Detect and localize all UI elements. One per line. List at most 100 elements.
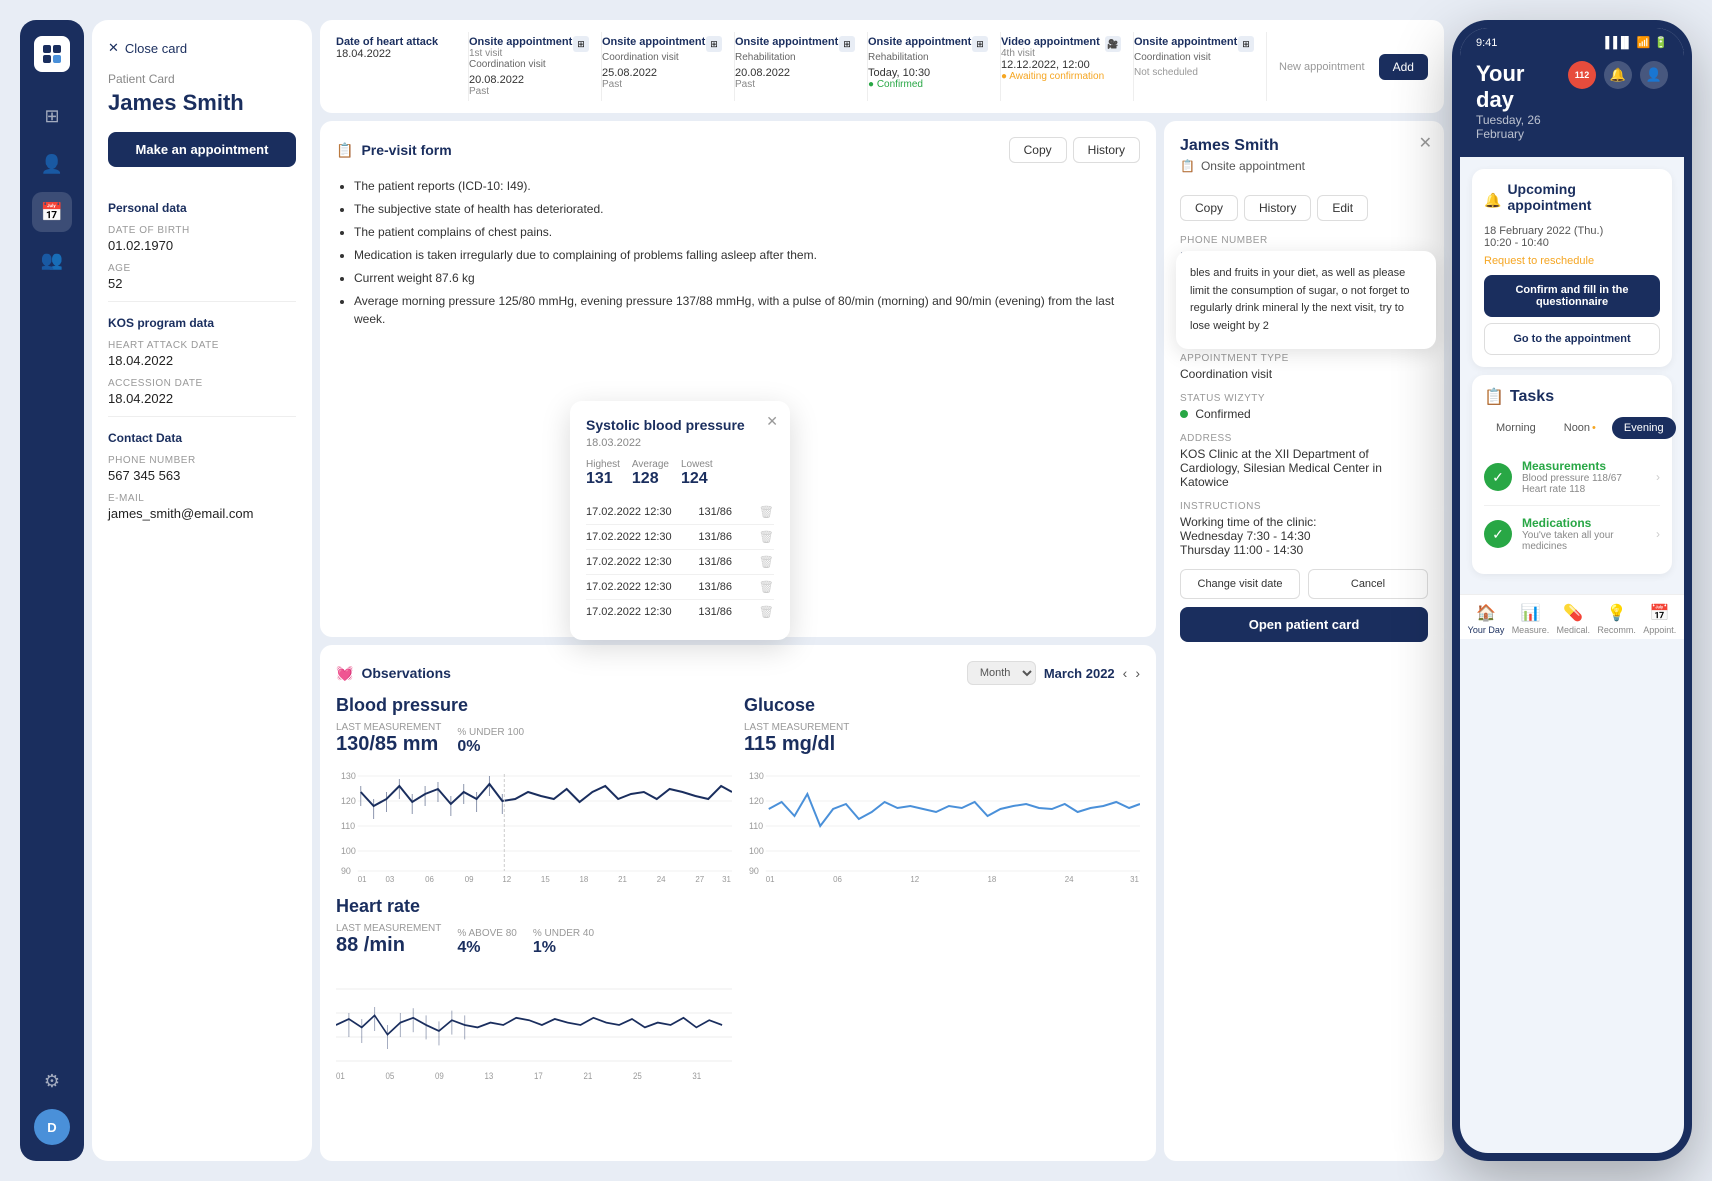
nav-patient-icon[interactable]: 👤 (32, 144, 72, 184)
appt-copy-button[interactable]: Copy (1180, 195, 1238, 221)
mobile-nav-measure[interactable]: 📊 Measure. (1512, 603, 1550, 635)
change-visit-button[interactable]: Change visit date (1180, 569, 1300, 599)
month-select[interactable]: Month (967, 661, 1036, 685)
make-appointment-button[interactable]: Make an appointment (108, 132, 296, 167)
timeline-appt-6[interactable]: Onsite appointment ⊞ Coordination visit … (1134, 32, 1267, 101)
delete-row-5-button[interactable]: 🗑 (759, 605, 774, 619)
svg-text:110: 110 (341, 821, 355, 831)
mobile-task-measurements[interactable]: ✓ Measurements Blood pressure 118/67 Hea… (1484, 449, 1660, 506)
appt-detail-close-button[interactable]: ✕ (1419, 133, 1432, 153)
heart-attack-date-value: 18.04.2022 (108, 353, 296, 368)
main-content: Date of heart attack 18.04.2022 Onsite a… (320, 20, 1444, 1161)
previsit-title: 📋 Pre-visit form (336, 142, 452, 159)
mobile-tab-morning[interactable]: Morning (1484, 417, 1548, 439)
svg-text:31: 31 (692, 1070, 701, 1081)
svg-text:24: 24 (1065, 875, 1074, 884)
mobile-nav-recomm[interactable]: 💡 Recomm. (1597, 603, 1636, 635)
svg-text:130: 130 (341, 771, 356, 781)
calendar-month-label: March 2022 (1044, 666, 1115, 681)
appt-edit-button[interactable]: Edit (1317, 195, 1368, 221)
close-card-button[interactable]: ✕ Close card (108, 40, 296, 56)
observations-title: 💓 Observations (336, 665, 451, 682)
age-value: 52 (108, 276, 296, 291)
popup-row-4: 17.02.2022 12:30 131/86 🗑 (586, 575, 774, 600)
svg-text:18: 18 (580, 875, 589, 884)
appt-icon-2: ⊞ (706, 36, 722, 52)
previsit-copy-button[interactable]: Copy (1009, 137, 1067, 163)
mobile-avatar-button[interactable]: 👤 (1640, 61, 1668, 89)
svg-text:17: 17 (534, 1070, 543, 1081)
timeline-appt-3[interactable]: Onsite appointment ⊞ Rehabilitation 20.0… (735, 32, 868, 101)
delete-row-1-button[interactable]: 🗑 (759, 505, 774, 519)
app-logo (34, 36, 70, 72)
mobile-bell-button[interactable]: 🔔 (1604, 61, 1632, 89)
nav-calendar-icon[interactable]: 📅 (32, 192, 72, 232)
svg-text:27: 27 (695, 875, 704, 884)
patient-card-label: Patient Card (108, 72, 296, 86)
appt-instructions-section: INSTRUCTIONS Working time of the clinic:… (1180, 501, 1428, 557)
upcoming-appt-icon: 🔔 (1484, 192, 1501, 209)
previsit-icon: 📋 (336, 142, 353, 159)
timeline-appt-4[interactable]: Onsite appointment ⊞ Rehabilitation Toda… (868, 32, 1001, 101)
contact-phone-label: PHONE NUMBER (108, 455, 296, 466)
previsit-item-3: The patient complains of chest pains. (354, 223, 1140, 241)
timeline-appt-1[interactable]: Onsite appointment 1st visit ⊞ Coordinat… (469, 32, 602, 101)
svg-text:130: 130 (749, 771, 764, 781)
systolic-popup-close-button[interactable]: ✕ (766, 413, 778, 430)
cal-next-btn[interactable]: › (1135, 665, 1140, 681)
appoint-nav-icon: 📅 (1650, 603, 1670, 623)
timeline-status-4: Confirmed (868, 79, 988, 90)
mobile-task-medications[interactable]: ✓ Medications You've taken all your medi… (1484, 506, 1660, 562)
new-appointment-area: New appointment Add (1267, 32, 1428, 101)
mobile-nav-appoint[interactable]: 📅 Appoint. (1643, 603, 1676, 635)
previsit-history-button[interactable]: History (1073, 137, 1140, 163)
previsit-item-1: The patient reports (ICD-10: I49). (354, 177, 1140, 195)
delete-row-2-button[interactable]: 🗑 (759, 530, 774, 544)
cancel-visit-button[interactable]: Cancel (1308, 569, 1428, 599)
nav-settings-icon[interactable]: ⚙ (32, 1061, 72, 1101)
mobile-tab-evening[interactable]: Evening (1612, 417, 1676, 439)
svg-text:90: 90 (341, 866, 351, 876)
svg-text:09: 09 (465, 875, 474, 884)
appt-type-badge: 📋 Onsite appointment (1180, 159, 1305, 173)
mobile-confirm-button[interactable]: Confirm and fill in the questionnaire (1484, 275, 1660, 317)
timeline-appt-5[interactable]: Video appointment 4th visit 🎥 12.12.2022… (1001, 32, 1134, 101)
cal-prev-btn[interactable]: ‹ (1123, 665, 1128, 681)
email-label: E-MAIL (108, 493, 296, 504)
upcoming-appointment-card: 🔔 Upcoming appointment 18 February 2022 … (1472, 169, 1672, 367)
svg-text:06: 06 (833, 875, 842, 884)
popup-row-5: 17.02.2022 12:30 131/86 🗑 (586, 600, 774, 624)
nav-user-avatar[interactable]: D (34, 1109, 70, 1145)
nav-dashboard-icon[interactable]: ⊞ (32, 96, 72, 136)
delete-row-4-button[interactable]: 🗑 (759, 580, 774, 594)
svg-text:01: 01 (336, 1070, 345, 1081)
accession-date-value: 18.04.2022 (108, 391, 296, 406)
personal-data-section: Personal data (108, 201, 296, 215)
patient-sidebar: ✕ Close card Patient Card James Smith Ma… (92, 20, 312, 1161)
mobile-tab-noon[interactable]: Noon (1552, 417, 1608, 439)
mobile-goto-button[interactable]: Go to the appointment (1484, 323, 1660, 355)
timeline-status-5: Awaiting confirmation (1001, 71, 1121, 82)
previsit-list: The patient reports (ICD-10: I49). The s… (336, 177, 1140, 328)
appt-history-button[interactable]: History (1244, 195, 1311, 221)
appt-icon-6: ⊞ (1238, 36, 1254, 52)
svg-text:25: 25 (633, 1070, 642, 1081)
measurements-check-icon: ✓ (1484, 463, 1512, 491)
delete-row-3-button[interactable]: 🗑 (759, 555, 774, 569)
timeline-appt-2[interactable]: Onsite appointment ⊞ Coordination visit … (602, 32, 735, 101)
emergency-button[interactable]: 112 (1568, 61, 1596, 89)
left-navigation: ⊞ 👤 📅 👥 ⚙ D (20, 20, 84, 1161)
svg-text:31: 31 (1130, 875, 1139, 884)
mobile-nav-yourday[interactable]: 🏠 Your Day (1468, 603, 1505, 635)
nav-team-icon[interactable]: 👥 (32, 240, 72, 280)
glucose-section: Glucose LAST MEASUREMENT 115 mg/dl (744, 695, 1140, 884)
info-overlay: bles and fruits in your diet, as well as… (1176, 251, 1436, 349)
medical-nav-icon: 💊 (1563, 603, 1583, 623)
appt-icon-4: ⊞ (972, 36, 988, 52)
add-appointment-button[interactable]: Add (1379, 54, 1428, 80)
previsit-actions: Copy History (1009, 137, 1140, 163)
svg-text:03: 03 (386, 875, 395, 884)
open-patient-card-button[interactable]: Open patient card (1180, 607, 1428, 642)
mobile-nav-medical[interactable]: 💊 Medical. (1557, 603, 1591, 635)
svg-text:31: 31 (722, 875, 731, 884)
